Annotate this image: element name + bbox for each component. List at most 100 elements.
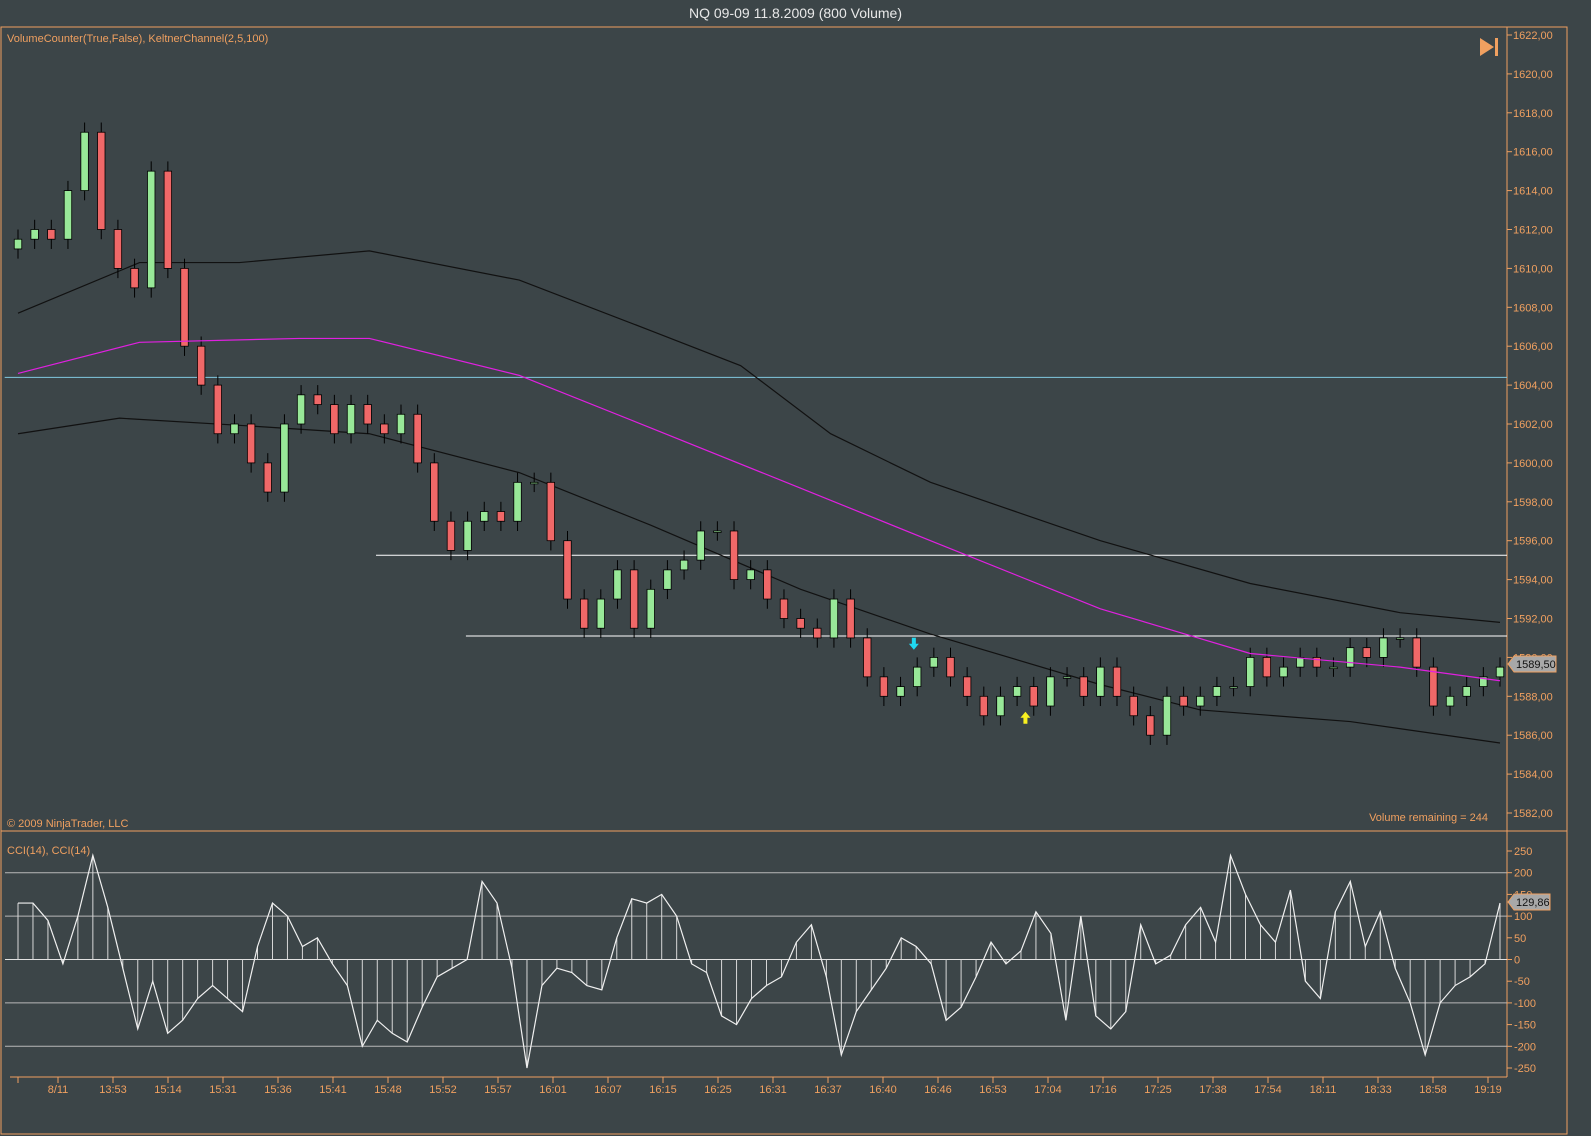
price-tick-label: 1612,00	[1513, 225, 1553, 237]
candle-body-up	[1246, 657, 1255, 687]
candle-body-up	[596, 598, 605, 629]
candle-body-down	[413, 413, 422, 464]
candle-body-up	[1329, 666, 1338, 670]
cci-tick-label: 0	[1514, 955, 1520, 967]
candle-body-down	[496, 511, 506, 522]
candle-body-up	[1495, 666, 1505, 678]
time-tick-label: 13:53	[99, 1084, 127, 1096]
cci-value-tag: 129,86	[1507, 893, 1551, 911]
candle-body-up	[13, 238, 23, 250]
candle-body-down	[729, 530, 739, 580]
candle-body-down	[1412, 637, 1421, 668]
candle-body-up	[996, 695, 1005, 717]
price-tick-label: 1610,00	[1513, 263, 1553, 275]
candle-body-up	[1212, 686, 1222, 697]
candle	[530, 472, 539, 493]
time-tick-label: 15:36	[264, 1084, 292, 1096]
candle-body-down	[130, 267, 139, 289]
cci-tick-label: 50	[1514, 933, 1526, 945]
candle	[929, 647, 938, 677]
candle	[946, 647, 955, 687]
candle	[80, 122, 89, 201]
candle	[1362, 637, 1371, 668]
candle	[1312, 647, 1321, 677]
candle	[1079, 667, 1088, 707]
candle	[30, 219, 39, 249]
candle	[879, 667, 889, 707]
current-price-tag: 1589,50	[1507, 655, 1557, 673]
price-tick-label: 1584,00	[1513, 769, 1553, 781]
candle-body-up	[713, 530, 722, 533]
time-tick-label: 16:37	[814, 1084, 842, 1096]
candle	[430, 453, 439, 531]
candle-body-down	[962, 676, 972, 697]
time-tick-label: 16:01	[539, 1084, 567, 1096]
axes: 1622,00 1620,00 1618,00 1616,00 1614,00 1612,…	[17, 30, 1553, 1096]
candle	[346, 394, 356, 444]
candle-body-down	[263, 462, 272, 493]
price-tick-label: 1600,00	[1513, 458, 1553, 470]
candle-body-down	[330, 404, 339, 435]
candle-body-down	[446, 520, 456, 551]
candle	[1029, 676, 1038, 716]
candle-body-down	[979, 695, 988, 717]
chart-canvas[interactable]: 1622,00 1620,00 1618,00 1616,00 1614,00 1612,…	[0, 0, 1591, 1136]
candle	[1445, 686, 1455, 716]
candle-body-up	[1046, 676, 1055, 707]
candle-body-up	[296, 394, 306, 425]
volume-remaining-text: Volume remaining = 244	[1369, 812, 1488, 824]
cci-plot	[5, 853, 1507, 1069]
cci-tick-label: -150	[1514, 1020, 1536, 1032]
candle	[413, 404, 422, 473]
candle	[163, 161, 173, 279]
keltner-mid-line	[17, 337, 1501, 682]
skip-to-end-icon[interactable]	[1480, 38, 1498, 56]
candle-body-down	[629, 569, 639, 629]
time-tick-label: 8/11	[48, 1084, 69, 1096]
candle	[1212, 676, 1222, 707]
candle-body-down	[1029, 686, 1038, 707]
candle	[113, 219, 123, 279]
candle	[613, 560, 622, 609]
candle-body-up	[1229, 686, 1238, 689]
time-tick-label: 19:19	[1474, 1084, 1502, 1096]
candle	[147, 161, 156, 298]
candle-body-up	[1445, 695, 1455, 707]
candle	[63, 180, 73, 249]
down-arrow-icon	[908, 637, 919, 650]
candle	[1162, 686, 1172, 745]
candle	[1495, 657, 1505, 687]
time-tick-label: 16:40	[869, 1084, 897, 1096]
candle-body-down	[430, 462, 439, 522]
candle-body-up	[230, 423, 239, 435]
candle	[47, 219, 56, 249]
candle	[796, 608, 805, 638]
candle	[846, 589, 855, 648]
price-tick-label: 1618,00	[1513, 108, 1553, 120]
candle	[580, 589, 589, 638]
candle	[1146, 706, 1155, 745]
candle-body-down	[1079, 676, 1088, 697]
time-tick-label: 17:54	[1254, 1084, 1282, 1096]
price-tick-label: 1592,00	[1513, 614, 1553, 626]
price-tick-label: 1598,00	[1513, 497, 1553, 509]
candle	[263, 453, 272, 502]
candle	[1379, 628, 1388, 668]
candle	[480, 501, 489, 531]
copyright-text: © 2009 NinjaTrader, LLC	[7, 818, 128, 830]
candle	[896, 676, 905, 707]
price-tick-label: 1596,00	[1513, 536, 1553, 548]
time-tick-label: 16:07	[594, 1084, 622, 1096]
price-tick-label: 1594,00	[1513, 575, 1553, 587]
candle-body-up	[913, 666, 922, 687]
candle-body-down	[546, 481, 556, 542]
candle	[313, 385, 322, 415]
candle-body-up	[396, 413, 406, 435]
candle-body-up	[746, 569, 755, 581]
candle-body-up	[346, 404, 356, 435]
candle	[746, 560, 755, 590]
candle-body-down	[246, 423, 256, 464]
time-tick-label: 17:25	[1144, 1084, 1172, 1096]
time-tick-label: 18:33	[1364, 1084, 1392, 1096]
candle	[197, 336, 206, 395]
